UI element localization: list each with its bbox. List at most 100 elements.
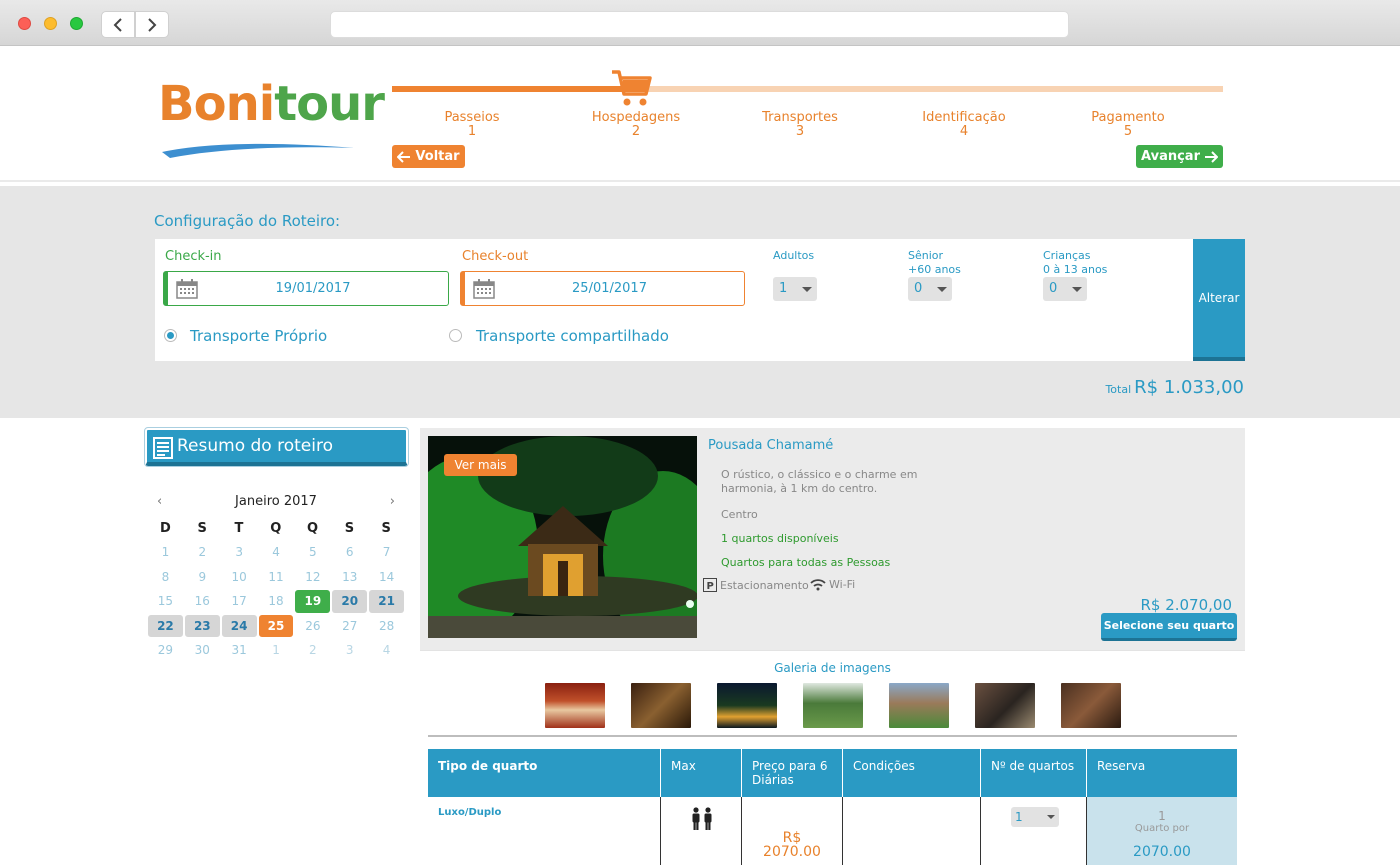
gallery-thumb[interactable] <box>1061 683 1121 728</box>
close-window-icon[interactable] <box>18 17 31 30</box>
checkin-field[interactable]: 19/01/2017 <box>163 271 449 306</box>
step-identificacao[interactable]: Identificação 4 <box>894 111 1034 139</box>
select-room-button[interactable]: Selecione seu quarto <box>1101 613 1237 641</box>
checkout-value: 25/01/2017 <box>572 281 647 296</box>
step-passeios[interactable]: Passeios 1 <box>402 111 542 139</box>
address-bar[interactable] <box>330 11 1069 38</box>
checkout-field[interactable]: 25/01/2017 <box>460 271 745 306</box>
children-select[interactable]: 0 <box>1043 277 1087 301</box>
transport-shared-label[interactable]: Transporte compartilhado <box>476 327 669 345</box>
senior-label: Sênior +60 anos <box>908 249 961 276</box>
col-price: Preço para 6 Diárias <box>742 749 843 797</box>
calendar-day-checkout[interactable]: 25 <box>258 614 294 637</box>
calendar-day-in-range[interactable]: 24 <box>221 614 257 637</box>
hotel-photo[interactable]: Ver mais <box>428 436 697 638</box>
calendar-day[interactable]: 4 <box>259 541 294 564</box>
step-transportes[interactable]: Transportes 3 <box>730 111 870 139</box>
reserva-label: Quarto por <box>1134 823 1190 834</box>
gallery-thumb[interactable] <box>803 683 863 728</box>
browser-back-button[interactable] <box>101 11 135 38</box>
total-price: Total R$ 1.033,00 <box>1105 377 1244 398</box>
calendar-prev-button[interactable]: ‹ <box>157 492 162 512</box>
calendar-day-checkin[interactable]: 19 <box>295 590 331 613</box>
gallery-thumb[interactable] <box>717 683 777 728</box>
calendar-day[interactable]: 18 <box>259 590 294 613</box>
config-form: Check-in Check-out 19/01/2017 25/01/2017… <box>155 239 1195 361</box>
maximize-window-icon[interactable] <box>70 17 83 30</box>
calendar-day-in-range[interactable]: 22 <box>148 614 183 637</box>
calendar-day[interactable]: 31 <box>222 639 257 662</box>
calendar-day[interactable]: 15 <box>148 590 183 613</box>
gallery-thumb[interactable] <box>889 683 949 728</box>
next-button[interactable]: Avançar <box>1136 145 1223 168</box>
caret-down-icon <box>937 287 947 292</box>
browser-chrome <box>0 0 1400 46</box>
calendar-day[interactable]: 16 <box>185 590 220 613</box>
calendar-day[interactable]: 8 <box>148 566 183 589</box>
calendar-day[interactable]: 10 <box>222 566 257 589</box>
minimize-window-icon[interactable] <box>44 17 57 30</box>
calendar-day[interactable]: 29 <box>148 639 183 662</box>
hotel-name[interactable]: Pousada Chamamé <box>708 438 833 453</box>
calendar-day-in-range[interactable]: 23 <box>184 614 220 637</box>
cell-room-type: Luxo/Duplo <box>428 797 661 865</box>
caret-down-icon <box>802 287 812 292</box>
calendar-day[interactable]: 14 <box>369 566 404 589</box>
resumo-button[interactable]: Resumo do roteiro <box>144 427 409 467</box>
room-count-select[interactable]: 1 <box>1011 807 1059 827</box>
ver-mais-button[interactable]: Ver mais <box>444 454 517 476</box>
step-pagamento[interactable]: Pagamento 5 <box>1058 111 1198 139</box>
adults-select[interactable]: 1 <box>773 277 817 301</box>
calendar-day[interactable]: 26 <box>295 615 330 638</box>
senior-select[interactable]: 0 <box>908 277 952 301</box>
calendar-day-next-month[interactable]: 2 <box>295 639 330 662</box>
alter-button[interactable]: Alterar <box>1193 239 1245 361</box>
calendar-day[interactable]: 11 <box>259 566 294 589</box>
calendar-day[interactable]: 28 <box>369 615 404 638</box>
checkout-label: Check-out <box>462 249 529 264</box>
transport-own-radio[interactable] <box>164 329 177 342</box>
site-header: Bonitour Passeios 1 Hospedagens 2 Transpor… <box>0 46 1400 182</box>
calendar-week: 29 30 31 1 2 3 4 <box>147 638 405 663</box>
calendar-header: ‹ Janeiro 2017 › <box>147 492 405 512</box>
browser-forward-button[interactable] <box>135 11 169 38</box>
calendar-day[interactable]: 17 <box>222 590 257 613</box>
transport-shared-radio[interactable] <box>449 329 462 342</box>
calendar-day[interactable]: 13 <box>332 566 367 589</box>
cell-reserva: 1 Quarto por 2070.00 <box>1087 797 1237 865</box>
calendar-day-next-month[interactable]: 3 <box>332 639 367 662</box>
step-hospedagens[interactable]: Hospedagens 2 <box>566 111 706 139</box>
gallery-thumb[interactable] <box>545 683 605 728</box>
gallery-thumb[interactable] <box>631 683 691 728</box>
calendar-day[interactable]: 7 <box>369 541 404 564</box>
logo-wave-icon <box>162 143 354 158</box>
calendar-day[interactable]: 12 <box>295 566 330 589</box>
table-row: Luxo/Duplo R$ 2070.00 1 1 Quarto por 207… <box>428 797 1237 865</box>
cell-max <box>661 797 742 865</box>
checkin-label: Check-in <box>165 249 222 264</box>
back-button[interactable]: Voltar <box>392 145 465 168</box>
calendar-day[interactable]: 3 <box>222 541 257 564</box>
hotel-availability: 1 quartos disponíveis <box>721 532 839 545</box>
reserva-qty: 1 <box>1158 809 1166 823</box>
calendar-day[interactable]: 30 <box>185 639 220 662</box>
col-conditions: Condições <box>843 749 981 797</box>
calendar-day[interactable]: 9 <box>185 566 220 589</box>
calendar-next-button[interactable]: › <box>390 492 395 512</box>
calendar-day[interactable]: 5 <box>295 541 330 564</box>
calendar-day-in-range[interactable]: 20 <box>332 590 368 613</box>
transport-own-label[interactable]: Transporte Próprio <box>190 327 327 345</box>
calendar-day[interactable]: 2 <box>185 541 220 564</box>
room-type[interactable]: Luxo/Duplo <box>438 807 501 818</box>
gallery-thumb[interactable] <box>975 683 1035 728</box>
calendar-day-next-month[interactable]: 1 <box>259 639 294 662</box>
calendar-day-in-range[interactable]: 21 <box>369 590 405 613</box>
calendar-day[interactable]: 1 <box>148 541 183 564</box>
bonitour-logo[interactable]: Bonitour <box>158 80 385 158</box>
calendar-day-next-month[interactable]: 4 <box>369 639 404 662</box>
hotel-card: Ver mais Pousada Chamamé O rústico, o cl… <box>420 428 1245 865</box>
calendar-day[interactable]: 27 <box>332 615 367 638</box>
hotel-rooms-for: Quartos para todas as Pessoas <box>721 556 891 569</box>
calendar-day[interactable]: 6 <box>332 541 367 564</box>
caret-down-icon <box>1072 287 1082 292</box>
